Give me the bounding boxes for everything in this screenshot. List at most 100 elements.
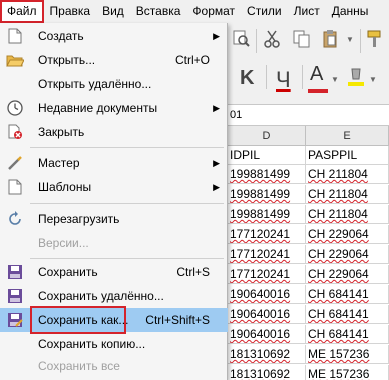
cell-value: 199881499 bbox=[230, 187, 291, 201]
formula-input[interactable]: 01 bbox=[228, 104, 389, 126]
menu-item-label: Шаблоны bbox=[38, 180, 92, 194]
cell-value: 199881499 bbox=[230, 167, 291, 181]
menu-styles[interactable]: Стили bbox=[241, 0, 288, 23]
menu-item-close[interactable]: Закрыть bbox=[0, 120, 228, 144]
reload-icon bbox=[6, 210, 24, 228]
menu-separator bbox=[30, 147, 224, 148]
menu-item-recent[interactable]: Недавние документы ▶ bbox=[0, 96, 228, 120]
cell-value: 177120241 bbox=[230, 247, 291, 261]
grid-cell[interactable]: 177120241 bbox=[228, 265, 306, 284]
paste-dropdown-icon[interactable]: ▼ bbox=[346, 35, 354, 44]
preview-icon[interactable] bbox=[232, 29, 250, 52]
menu-item-label: Создать bbox=[38, 29, 84, 43]
menu-insert[interactable]: Вставка bbox=[130, 0, 187, 23]
grid-cell[interactable]: 199881499 bbox=[228, 205, 306, 224]
grid-cell[interactable]: 181310692 bbox=[228, 365, 306, 380]
menu-bar: Файл Правка Вид Вставка Формат Стили Лис… bbox=[0, 0, 389, 23]
close-document-icon bbox=[6, 123, 24, 141]
menu-item-new[interactable]: Создать ▶ bbox=[0, 24, 228, 48]
save-as-icon bbox=[6, 311, 24, 329]
column-header[interactable]: D bbox=[228, 126, 306, 146]
menu-item-label: Версии... bbox=[38, 236, 89, 250]
menu-item-label: Закрыть bbox=[38, 125, 85, 139]
grid-cell[interactable]: 199881499 bbox=[228, 165, 306, 184]
cell-value: 190640016 bbox=[230, 307, 291, 321]
cut-icon[interactable] bbox=[262, 29, 282, 54]
cell-value: CH 684141 bbox=[308, 327, 369, 341]
menu-item-label: Перезагрузить bbox=[38, 212, 120, 226]
cell-value: CH 684141 bbox=[308, 307, 369, 321]
menu-item-versions: Версии... bbox=[0, 231, 228, 255]
menu-item-label: Сохранить удалённо... bbox=[38, 289, 164, 303]
save-icon bbox=[6, 263, 24, 281]
templates-icon bbox=[6, 178, 24, 196]
menu-item-reload[interactable]: Перезагрузить bbox=[0, 207, 228, 231]
cell-value: 177120241 bbox=[230, 267, 291, 281]
cell-value: 190640016 bbox=[230, 287, 291, 301]
grid-cell[interactable]: CH 211804 bbox=[306, 165, 389, 184]
menu-item-save[interactable]: Сохранить Ctrl+S bbox=[0, 260, 228, 284]
grid-cell[interactable]: 181310692 bbox=[228, 345, 306, 364]
grid-cell[interactable]: CH 684141 bbox=[306, 325, 389, 344]
grid-cell[interactable]: CH 684141 bbox=[306, 285, 389, 304]
menu-view[interactable]: Вид bbox=[96, 0, 130, 23]
remote-open-icon bbox=[6, 75, 24, 93]
grid-cell[interactable]: CH 229064 bbox=[306, 225, 389, 244]
grid-cell[interactable]: CH 211804 bbox=[306, 205, 389, 224]
highlight-icon[interactable] bbox=[346, 67, 366, 92]
menu-item-label: Сохранить bbox=[38, 265, 98, 279]
cell-value: 190640016 bbox=[230, 327, 291, 341]
grid-cell[interactable]: 199881499 bbox=[228, 185, 306, 204]
cell-value: 177120241 bbox=[230, 227, 291, 241]
menu-edit[interactable]: Правка bbox=[44, 0, 97, 23]
open-folder-icon bbox=[6, 51, 24, 69]
cell-value: 181310692 bbox=[230, 367, 291, 380]
cell-value: CH 229064 bbox=[308, 227, 369, 241]
submenu-arrow-icon: ▶ bbox=[213, 30, 220, 41]
cell-value: ME 157236 bbox=[308, 347, 370, 361]
submenu-arrow-icon: ▶ bbox=[213, 157, 220, 168]
clone-format-icon[interactable] bbox=[366, 29, 384, 54]
grid-cell[interactable]: PASPPIL bbox=[306, 146, 389, 165]
menu-data[interactable]: Данны bbox=[326, 0, 375, 23]
grid-cell[interactable]: CH 211804 bbox=[306, 185, 389, 204]
underline-icon[interactable]: Ч bbox=[276, 67, 291, 93]
menu-file[interactable]: Файл bbox=[0, 0, 44, 23]
column-header[interactable]: E bbox=[306, 126, 389, 146]
highlight-dropdown-icon[interactable]: ▼ bbox=[369, 75, 377, 84]
submenu-arrow-icon: ▶ bbox=[213, 102, 220, 113]
grid-cell[interactable]: CH 229064 bbox=[306, 265, 389, 284]
menu-format[interactable]: Формат bbox=[186, 0, 241, 23]
grid-cell[interactable]: 190640016 bbox=[228, 305, 306, 324]
cell-value: 181310692 bbox=[230, 347, 291, 361]
menu-item-save-remote[interactable]: Сохранить удалённо... bbox=[0, 284, 228, 308]
menu-item-open-remote[interactable]: Открыть удалённо... bbox=[0, 72, 228, 96]
cell-value: CH 211804 bbox=[308, 207, 368, 221]
grid-cell[interactable]: ME 157236 bbox=[306, 345, 389, 364]
grid-cell[interactable]: 190640016 bbox=[228, 285, 306, 304]
cell-value: CH 229064 bbox=[308, 267, 369, 281]
grid-cell[interactable]: CH 229064 bbox=[306, 245, 389, 264]
menu-item-templates[interactable]: Шаблоны ▶ bbox=[0, 175, 228, 199]
menu-item-open[interactable]: Открыть... Ctrl+O bbox=[0, 48, 228, 72]
menu-item-wizard[interactable]: Мастер ▶ bbox=[0, 151, 228, 175]
grid-cell[interactable]: 190640016 bbox=[228, 325, 306, 344]
grid-cell[interactable]: 177120241 bbox=[228, 245, 306, 264]
copy-icon[interactable] bbox=[292, 29, 312, 54]
font-color-dropdown-icon[interactable]: ▼ bbox=[331, 75, 339, 84]
cell-value: 199881499 bbox=[230, 207, 291, 221]
bold-icon[interactable]: K bbox=[240, 67, 254, 90]
recent-clock-icon bbox=[6, 99, 24, 117]
menu-separator bbox=[30, 258, 224, 259]
paste-icon[interactable] bbox=[322, 29, 344, 54]
cell-value: CH 211804 bbox=[308, 187, 368, 201]
grid-cell[interactable]: ME 157236 bbox=[306, 365, 389, 380]
grid-cell[interactable]: IDPIL bbox=[228, 146, 306, 165]
menu-item-save-copy[interactable]: Сохранить копию... bbox=[0, 332, 228, 356]
grid-cell[interactable]: 177120241 bbox=[228, 225, 306, 244]
menu-sheet[interactable]: Лист bbox=[288, 0, 326, 23]
menu-item-label: Недавние документы bbox=[38, 101, 158, 115]
grid-cell[interactable]: CH 684141 bbox=[306, 305, 389, 324]
font-color-icon[interactable]: A bbox=[310, 63, 323, 86]
annotation-highlight-box bbox=[30, 306, 126, 334]
